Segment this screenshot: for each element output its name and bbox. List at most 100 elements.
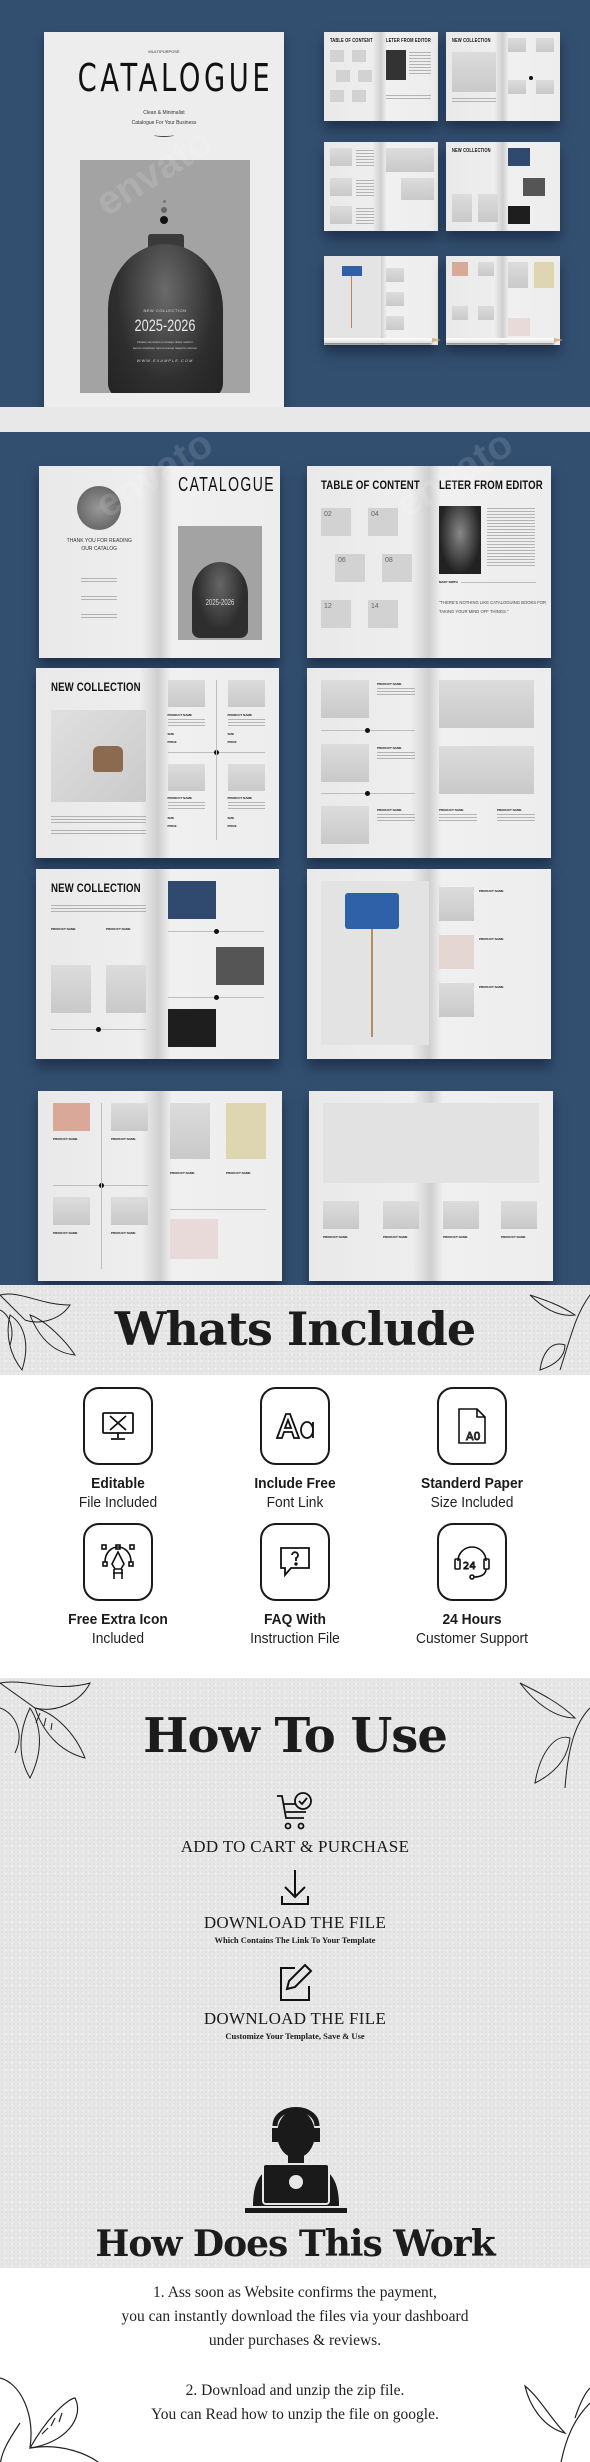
price-label: PRICE bbox=[167, 740, 177, 744]
catalogue-cover: MULTIPURPOSE CATALOGUE Clean & Minimalis… bbox=[44, 32, 284, 415]
drop-dot-large bbox=[160, 216, 168, 224]
product-label: PRODUCT NAME bbox=[479, 889, 504, 893]
product-label: PRODUCT NAME bbox=[377, 746, 402, 750]
cover-eyebrow: MULTIPURPOSE bbox=[148, 49, 180, 54]
feature-subtitle: Instruction File bbox=[250, 1630, 340, 1647]
spread-flowers: PRODUCT NAME PRODUCT NAME PRODUCT NAME P… bbox=[38, 1091, 282, 1281]
step-title: DOWNLOAD THE FILE bbox=[203, 2009, 387, 2028]
product-label: PRODUCT NAME bbox=[323, 1235, 348, 1239]
monitor-design-icon bbox=[102, 1412, 134, 1440]
download-icon bbox=[281, 1870, 309, 1905]
cover-badge: NEW COLLECTION bbox=[143, 308, 187, 313]
cover-subtitle-2: Catalogue For Your Business bbox=[131, 120, 197, 126]
mini-cover-years: 2025-2026 bbox=[205, 598, 234, 607]
cover-blurb-2: berum voluptaes reped etuolup tasperia v… bbox=[132, 346, 198, 350]
thumb-spread-collection: NEW COLLECTION bbox=[446, 32, 560, 121]
editor-portrait bbox=[439, 506, 481, 574]
support-24-icon: 24 bbox=[454, 1546, 490, 1580]
product-label: PRODUCT NAME bbox=[170, 1171, 195, 1175]
step-title: DOWNLOAD THE FILE bbox=[203, 1913, 387, 1932]
step-title: ADD TO CART & PURCHASE bbox=[180, 1837, 410, 1856]
svg-text:A0: A0 bbox=[466, 1430, 481, 1443]
whats-include-title: Whats Include bbox=[114, 1302, 476, 1356]
cover-photo: NEW COLLECTION 2025-2026 Ficatem as dolo… bbox=[80, 160, 250, 393]
product-label: PRODUCT NAME bbox=[383, 1235, 408, 1239]
product-label: PRODUCT NAME bbox=[377, 808, 402, 812]
spread-new-collection-lamps: NEW COLLECTION PRODUCT NAME PRODUCT NAME bbox=[36, 869, 279, 1059]
product-label: PRODUCT NAME bbox=[167, 713, 193, 717]
product-label: PRODUCT NAME bbox=[53, 1137, 78, 1141]
product-label: PRODUCT NAME bbox=[501, 1235, 526, 1239]
wave-ornament bbox=[154, 133, 174, 137]
faq-chat-icon bbox=[280, 1547, 310, 1578]
feature-faq: FAQ With Instruction File bbox=[220, 1523, 370, 1647]
product-label: PRODUCT NAME bbox=[227, 713, 253, 717]
step-download: DOWNLOAD THE FILE Which Contains The Lin… bbox=[0, 1866, 590, 1945]
feature-subtitle: File Included bbox=[78, 1494, 158, 1511]
toc-entry: 12 bbox=[321, 600, 351, 628]
size-label: SIZE bbox=[167, 816, 175, 820]
thumb-spread-flowers bbox=[446, 256, 560, 345]
spread-toc-editor: TABLE OF CONTENT 02 04 06 08 12 14 LETER… bbox=[307, 466, 551, 658]
feature-paper-size: A0 Standerd Paper Size Included bbox=[397, 1387, 547, 1511]
whats-include-header: Whats Include bbox=[0, 1285, 590, 1375]
feature-title: FAQ With bbox=[264, 1611, 326, 1628]
spread-back-front-cover: THANK YOU FOR READING OUR CATALOG CATALO… bbox=[39, 466, 280, 658]
blue-lamp-shade bbox=[345, 893, 399, 929]
vase-image bbox=[108, 234, 223, 393]
thumb-spread-toc: TABLE OF CONTENT LETER FROM EDITOR bbox=[324, 32, 438, 121]
pencil bbox=[324, 338, 441, 343]
step-add-to-cart: ADD TO CART & PURCHASE bbox=[0, 1790, 590, 1857]
toc-entry: 08 bbox=[382, 554, 412, 582]
chair-photo bbox=[51, 710, 146, 802]
toc-entry: 14 bbox=[368, 600, 398, 628]
feature-subtitle: Font Link bbox=[266, 1494, 324, 1511]
size-label: SIZE bbox=[227, 816, 235, 820]
collection-title: NEW COLLECTION bbox=[51, 881, 141, 895]
instruction-paragraph-1: 1. Ass soon as Website confirms the paym… bbox=[121, 2284, 469, 2349]
feature-title: Editable bbox=[91, 1475, 145, 1492]
cover-years: 2025-2026 bbox=[134, 316, 196, 335]
product-label: PRODUCT NAME bbox=[479, 985, 504, 989]
spread-floor-lamp: PRODUCT NAME PRODUCT NAME PRODUCT NAME bbox=[307, 869, 551, 1059]
feature-title: Include Free bbox=[254, 1475, 336, 1492]
cover-website: WWW.EXAMPLE.COM bbox=[136, 358, 194, 363]
thumb-spread-floor-lamp bbox=[324, 256, 438, 345]
product-label: PRODUCT NAME bbox=[53, 1231, 78, 1235]
thumb-spread-lamps: NEW COLLECTION bbox=[446, 142, 560, 231]
hero-mockup-section: MULTIPURPOSE CATALOGUE Clean & Minimalis… bbox=[0, 0, 590, 415]
pen-tool-icon bbox=[101, 1544, 135, 1579]
paper-a0-icon: A0 bbox=[458, 1408, 486, 1444]
feature-subtitle: Size Included bbox=[430, 1494, 514, 1511]
spreads-section: THANK YOU FOR READING OUR CATALOG CATALO… bbox=[0, 421, 590, 1285]
collection-title: NEW COLLECTION bbox=[51, 680, 141, 694]
product-label: PRODUCT NAME bbox=[439, 808, 464, 812]
thanks-line-2: OUR CATALOG bbox=[81, 546, 118, 552]
feature-editable: Editable File Included bbox=[43, 1387, 193, 1511]
toc-entry: 04 bbox=[368, 508, 398, 536]
product-label: PRODUCT NAME bbox=[226, 1171, 251, 1175]
thanks-line-1: THANK YOU FOR READING bbox=[66, 538, 132, 544]
price-label: PRICE bbox=[227, 824, 237, 828]
divider-strip bbox=[0, 407, 590, 432]
size-label: SIZE bbox=[167, 732, 175, 736]
thumb-title: LETER FROM EDITOR bbox=[386, 38, 431, 44]
product-label: PRODUCT NAME bbox=[377, 682, 402, 686]
step-customize: DOWNLOAD THE FILE Customize Your Templat… bbox=[0, 1962, 590, 2041]
cover-subtitle-1: Clean & Minimalist bbox=[143, 110, 185, 116]
toc-entry: 02 bbox=[321, 508, 351, 536]
feature-title: 24 Hours bbox=[442, 1611, 502, 1628]
price-label: PRICE bbox=[167, 824, 177, 828]
cart-check-icon bbox=[277, 1792, 312, 1830]
feature-subtitle: Customer Support bbox=[415, 1630, 528, 1647]
cover-blurb-1: Ficatem as dolorem amaqui doles molorro bbox=[136, 340, 194, 344]
drop-dot-medium bbox=[161, 207, 167, 213]
leaf-branch-icon bbox=[524, 2384, 590, 2462]
svg-text:24: 24 bbox=[463, 1561, 476, 1572]
feature-title: Standerd Paper bbox=[420, 1475, 524, 1492]
editor-name: MARY SMITH bbox=[439, 580, 458, 584]
drop-dot-small bbox=[163, 200, 166, 203]
product-label: PRODUCT NAME bbox=[111, 1231, 136, 1235]
how-does-this-work-title: How Does This Work bbox=[95, 2223, 495, 2265]
feature-extra-icon: Free Extra Icon Included bbox=[43, 1523, 193, 1647]
